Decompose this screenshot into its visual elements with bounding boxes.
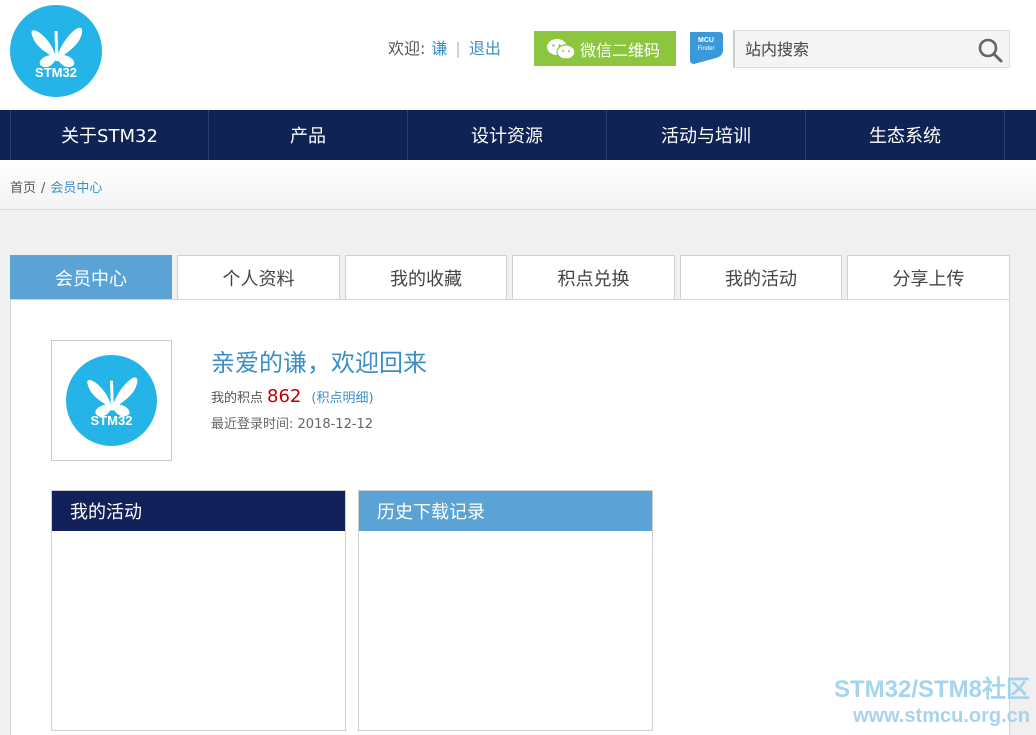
search-input[interactable] [745, 31, 965, 67]
tab-share-upload[interactable]: 分享上传 [847, 255, 1010, 300]
points-detail-link[interactable]: 积点明细 [316, 391, 368, 406]
breadcrumb: 首页 / 会员中心 [10, 177, 102, 196]
wechat-qr-button[interactable]: 微信二维码 [534, 31, 676, 66]
avatar[interactable]: STM32 [51, 340, 172, 461]
last-login-value: 2018-12-12 [297, 417, 374, 432]
welcome-bar: 欢迎: 谦 | 退出 [388, 38, 501, 60]
greeting-title: 亲爱的谦，欢迎回来 [211, 349, 427, 377]
nav-item-products[interactable]: 产品 [209, 110, 408, 160]
member-tabs: 会员中心 个人资料 我的收藏 积点兑换 我的活动 分享上传 [10, 255, 1010, 300]
points-link-close: ) [368, 391, 374, 406]
site-header: STM32 欢迎: 谦 | 退出 微信二维码 MCU Finder [0, 0, 1036, 110]
avatar-text: STM32 [90, 413, 133, 428]
welcome-separator: | [455, 39, 461, 58]
points-line: 我的积点 862 (积点明细) [211, 386, 374, 407]
my-activities-title: 我的活动 [52, 491, 345, 531]
last-login-line: 最近登录时间: 2018-12-12 [211, 413, 373, 432]
search-icon[interactable] [977, 37, 1003, 63]
member-panel: STM32 亲爱的谦，欢迎回来 我的积点 862 (积点明细) 最近登录时间: 20… [10, 299, 1010, 735]
tab-my-activities[interactable]: 我的活动 [680, 255, 842, 300]
nav-item-events[interactable]: 活动与培训 [607, 110, 806, 160]
search-box [733, 30, 1010, 68]
logo-text: STM32 [35, 65, 77, 80]
nav-item-about[interactable]: 关于STM32 [10, 110, 209, 160]
mcu-badge-line2: Finder [697, 46, 714, 52]
stm32-logo[interactable]: STM32 [10, 5, 102, 97]
mcu-finder-icon[interactable]: MCU Finder [686, 30, 724, 64]
wechat-label: 微信二维码 [580, 40, 661, 60]
breadcrumb-home[interactable]: 首页 [10, 181, 36, 196]
logout-link[interactable]: 退出 [469, 39, 501, 58]
welcome-label: 欢迎: [388, 39, 426, 58]
watermark: STM32/STM8社区 www.stmcu.org.cn [790, 676, 1030, 728]
mcu-badge-line1: MCU [698, 37, 714, 44]
breadcrumb-separator: / [41, 181, 46, 196]
tab-points-exchange[interactable]: 积点兑换 [512, 255, 675, 300]
nav-item-ecosystem[interactable]: 生态系统 [806, 110, 1005, 160]
tab-member-center[interactable]: 会员中心 [10, 255, 172, 300]
username-link[interactable]: 谦 [431, 39, 447, 58]
download-history-box: 历史下载记录 [358, 490, 653, 731]
watermark-line1: STM32/STM8社区 [833, 676, 1030, 703]
tab-profile[interactable]: 个人资料 [177, 255, 340, 300]
breadcrumb-current[interactable]: 会员中心 [50, 181, 102, 196]
nav-item-design-resources[interactable]: 设计资源 [408, 110, 607, 160]
download-history-title: 历史下载记录 [359, 491, 652, 531]
watermark-line2: www.stmcu.org.cn [852, 705, 1030, 727]
wechat-icon [546, 38, 576, 60]
points-value: 862 [267, 386, 302, 407]
my-activities-box: 我的活动 [51, 490, 346, 731]
last-login-label: 最近登录时间: [211, 417, 294, 432]
points-label: 我的积点 [211, 391, 264, 406]
main-nav: 关于STM32 产品 设计资源 活动与培训 生态系统 [0, 110, 1036, 160]
butterfly-icon [31, 27, 83, 68]
breadcrumb-bar: 首页 / 会员中心 [0, 160, 1036, 210]
tab-favorites[interactable]: 我的收藏 [345, 255, 507, 300]
avatar-logo: STM32 [66, 355, 157, 446]
butterfly-icon [87, 377, 138, 417]
